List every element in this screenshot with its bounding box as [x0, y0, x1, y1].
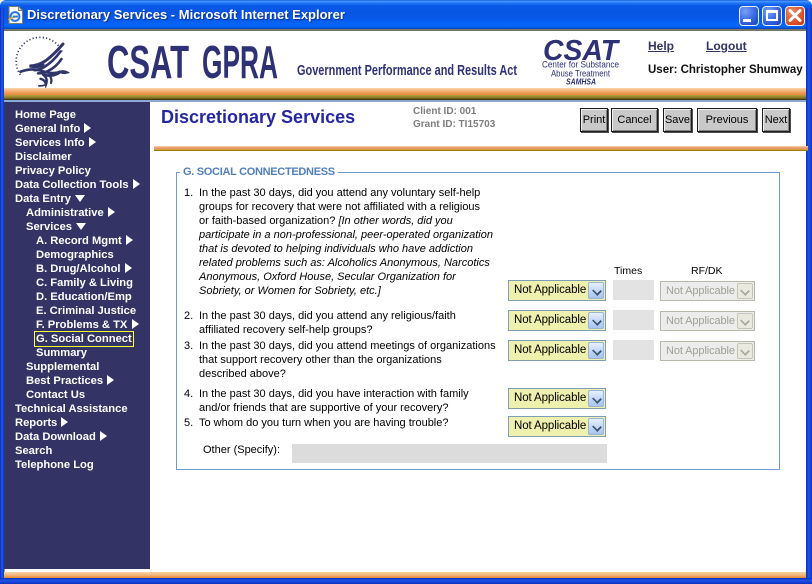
svg-text:SAMHSA: SAMHSA — [566, 78, 596, 87]
svg-text:GPRA: GPRA — [202, 36, 278, 88]
svg-text:Government Performance and Res: Government Performance and Results Act — [297, 63, 517, 79]
svg-text:CSAT: CSAT — [107, 36, 189, 88]
